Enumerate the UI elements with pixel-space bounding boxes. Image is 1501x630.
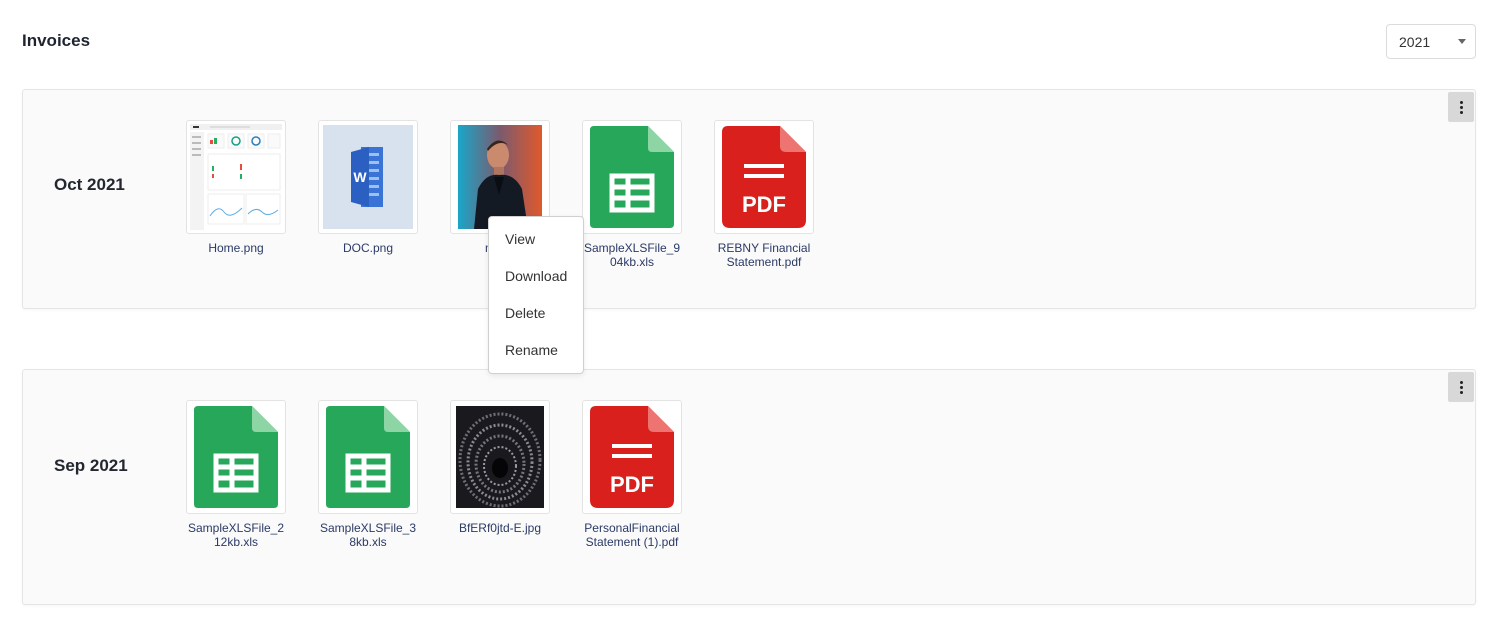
- file-item[interactable]: SampleXLSFile_212kb.xls: [186, 400, 286, 549]
- year-select[interactable]: 2021: [1386, 24, 1476, 59]
- caret-down-icon: [1458, 39, 1466, 44]
- invoice-group-oct-2021: Oct 2021 Home.png W DOC.png SampleXLSFil…: [22, 89, 1476, 309]
- word-doc-icon[interactable]: W: [318, 120, 418, 234]
- file-item[interactable]: PDF PersonalFinancialStatement (1).pdf: [582, 400, 682, 549]
- svg-text:PDF: PDF: [742, 192, 786, 217]
- sheet-file-icon[interactable]: [318, 400, 418, 514]
- page-title: Invoices: [22, 31, 91, 50]
- file-list: SampleXLSFile_212kb.xls SampleXLSFile_38…: [186, 400, 682, 549]
- file-name[interactable]: Home.png: [186, 241, 286, 255]
- file-name[interactable]: SampleXLSFile_904kb.xls: [582, 241, 682, 269]
- file-name[interactable]: DOC.png: [318, 241, 418, 255]
- menu-item-delete[interactable]: Delete: [489, 301, 583, 338]
- year-select-value: 2021: [1399, 34, 1431, 50]
- more-vertical-icon[interactable]: [1448, 372, 1474, 402]
- sheet-file-icon[interactable]: [582, 120, 682, 234]
- file-item[interactable]: SampleXLSFile_904kb.xls: [582, 120, 682, 269]
- file-item[interactable]: BfERf0jtd-E.jpg: [450, 400, 550, 549]
- file-name[interactable]: REBNY Financial Statement.pdf: [714, 241, 814, 269]
- svg-text:W: W: [353, 169, 367, 185]
- group-label: Oct 2021: [54, 175, 125, 194]
- file-name[interactable]: BfERf0jtd-E.jpg: [450, 521, 550, 535]
- file-item[interactable]: PDF REBNY Financial Statement.pdf: [714, 120, 814, 269]
- more-vertical-icon[interactable]: [1448, 92, 1474, 122]
- pdf-file-icon[interactable]: PDF: [714, 120, 814, 234]
- file-name[interactable]: SampleXLSFile_38kb.xls: [318, 521, 418, 549]
- sheet-file-icon[interactable]: [186, 400, 286, 514]
- file-item[interactable]: SampleXLSFile_38kb.xls: [318, 400, 418, 549]
- file-name[interactable]: PersonalFinancialStatement (1).pdf: [582, 521, 682, 549]
- menu-item-rename[interactable]: Rename: [489, 338, 583, 375]
- svg-text:PDF: PDF: [610, 472, 654, 497]
- group-label: Sep 2021: [54, 456, 128, 475]
- menu-item-download[interactable]: Download: [489, 264, 583, 301]
- file-context-menu: View Download Delete Rename: [488, 216, 584, 374]
- menu-item-view[interactable]: View: [489, 227, 583, 264]
- screenshot-thumbnail[interactable]: [186, 120, 286, 234]
- photo-thumbnail[interactable]: [450, 400, 550, 514]
- file-item[interactable]: Home.png: [186, 120, 286, 269]
- pdf-file-icon[interactable]: PDF: [582, 400, 682, 514]
- file-name[interactable]: SampleXLSFile_212kb.xls: [186, 521, 286, 549]
- file-item[interactable]: W DOC.png: [318, 120, 418, 269]
- invoice-group-sep-2021: Sep 2021 SampleXLSFile_212kb.xls SampleX…: [22, 369, 1476, 605]
